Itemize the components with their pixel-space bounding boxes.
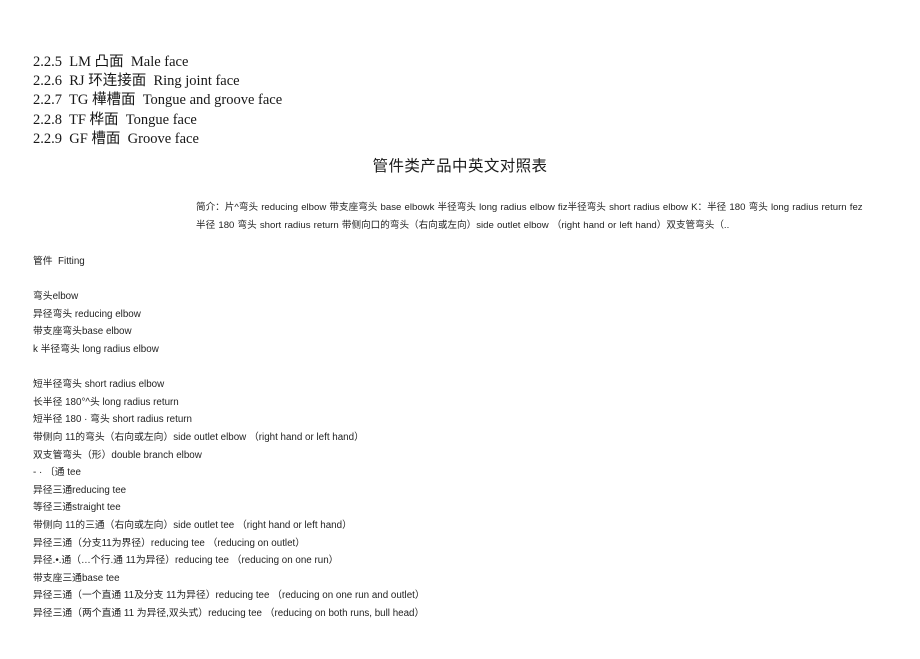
numbered-list: 2.2.5 LM 凸面 Male face 2.2.6 RJ 环连接面 Ring…: [33, 53, 553, 149]
numbered-list-item: 2.2.9 GF 槽面 Groove face: [33, 130, 199, 147]
glossary-item: 带支座弯头base elbow: [33, 326, 132, 338]
glossary-section-header: 管件 Fitting: [33, 256, 85, 267]
glossary-item: 带侧向 11的三通（右向或左向）side outlet tee （right h…: [33, 519, 352, 531]
glossary-item: 异径三通（两个直通 11 为异径,双头式）reducing tee （reduc…: [33, 607, 425, 619]
glossary-item: 异径三通（分支11为界径）reducing tee （reducing on o…: [33, 537, 306, 549]
glossary-item: 短半径 180 · 弯头 short radius return: [33, 414, 192, 426]
glossary-item: 短半径弯头 short radius elbow: [33, 379, 165, 391]
numbered-list-item: 2.2.8 TF 桦面 Tongue face: [33, 111, 197, 128]
document-page: 2.2.5 LM 凸面 Male face 2.2.6 RJ 环连接面 Ring…: [0, 0, 920, 659]
numbered-list-item: 2.2.7 TG 樺槽面 Tongue and groove face: [33, 92, 283, 109]
glossary-item: 长半径 180°^头 long radius return: [33, 396, 179, 408]
glossary-item: 双支管弯头（形）double branch elbow: [33, 449, 202, 461]
glossary-list: 管件 Fitting 弯头elbow 异径弯头 reducing elbow 带…: [33, 253, 893, 622]
glossary-item: 异径弯头 reducing elbow: [33, 308, 141, 320]
glossary-item: - · 〔通 tee: [33, 467, 81, 479]
glossary-item: 异径三通reducing tee: [33, 484, 127, 496]
page-title: 管件类产品中英文对照表: [372, 158, 548, 175]
glossary-item: 等径三通straight tee: [33, 502, 121, 514]
glossary-item: 带侧向 11的弯头（右向或左向）side outlet elbow （right…: [33, 431, 364, 443]
glossary-item: 异径三通（一个直通 11及分支 11为异径）reducing tee （redu…: [33, 590, 425, 602]
glossary-item: 带支座三通base tee: [33, 572, 120, 584]
glossary-item: 异径.•.通（…个行.通 11为异径）reducing tee （reducin…: [33, 555, 339, 567]
intro-paragraph: 简介：片^弯头 reducing elbow 带支座弯头 base elbowk…: [196, 202, 863, 231]
glossary-item: 弯头elbow: [33, 291, 79, 303]
glossary-item: k 半径弯头 long radius elbow: [33, 343, 159, 355]
numbered-list-item: 2.2.5 LM 凸面 Male face: [33, 54, 189, 70]
numbered-list-item: 2.2.6 RJ 环连接面 Ring joint face: [33, 73, 240, 90]
